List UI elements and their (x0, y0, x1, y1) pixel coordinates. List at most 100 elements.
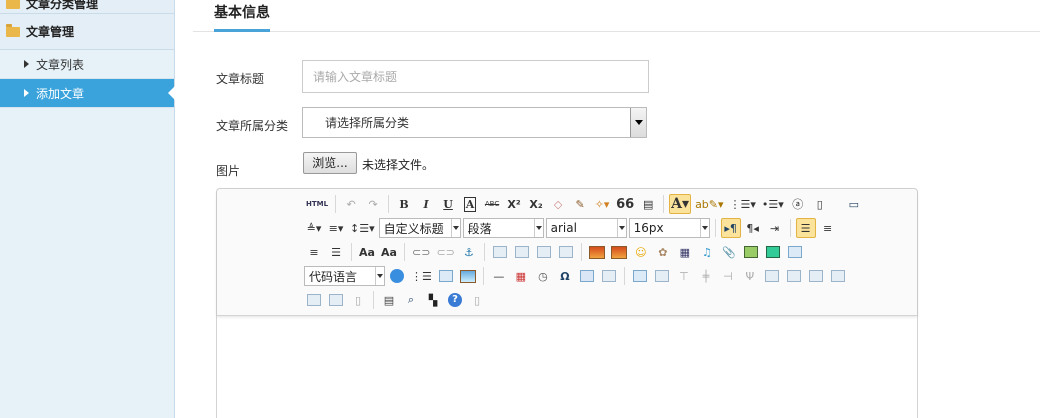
title-input[interactable] (302, 60, 649, 93)
sidebar-group-category-management[interactable]: 文章分类管理 (0, 0, 174, 14)
superscript-button[interactable]: X² (504, 194, 524, 214)
search-icon[interactable]: ⌕ (401, 290, 421, 310)
insert-paragraph-before-table-icon[interactable]: ⊤ (674, 266, 694, 286)
code-language-select[interactable]: 代码语言 (304, 266, 385, 286)
delete-row-icon[interactable]: ⊣ (718, 266, 738, 286)
row-spacing-bottom-icon[interactable]: ≡▾ (326, 218, 346, 238)
paste-plain-icon[interactable]: ▤ (638, 194, 658, 214)
word-image-icon[interactable] (577, 266, 597, 286)
help-icon[interactable]: ? (445, 290, 465, 310)
emotion-icon[interactable]: ☺ (631, 242, 651, 262)
chevron-down-icon[interactable] (630, 108, 646, 137)
insert-row-icon[interactable]: ╪ (696, 266, 716, 286)
font-color-button[interactable]: A ▾ (669, 194, 692, 214)
insert-frame-icon[interactable] (785, 242, 805, 262)
split-to-rows-icon[interactable] (326, 290, 346, 310)
simple-upload-icon[interactable] (587, 242, 607, 262)
sidebar-group-article-management[interactable]: 文章管理 (0, 14, 174, 50)
category-select[interactable]: 请选择所属分类 (302, 107, 647, 138)
font-border-button[interactable]: A (460, 194, 480, 214)
auto-format-icon[interactable]: ✧▾ (592, 194, 612, 214)
chevron-down-icon (450, 219, 460, 237)
merge-down-icon[interactable] (828, 266, 848, 286)
page-break-icon[interactable]: ⋮☰ (409, 266, 434, 286)
html-source-button[interactable]: HTML (304, 194, 330, 214)
background-color-icon[interactable]: ab✎▾ (693, 194, 725, 214)
italic-button[interactable]: I (416, 194, 436, 214)
split-to-cells-icon[interactable] (304, 290, 324, 310)
redo-icon[interactable]: ↷ (363, 194, 383, 214)
merge-right-icon[interactable] (806, 266, 826, 286)
triangle-right-icon (24, 89, 29, 97)
sidebar-item-article-list[interactable]: 文章列表 (0, 50, 174, 79)
row-spacing-top-icon[interactable]: ≜▾ (304, 218, 324, 238)
align-justify-icon[interactable]: ☰ (326, 242, 346, 262)
tab-basic-info[interactable]: 基本信息 (214, 2, 270, 32)
horizontal-rule-icon[interactable]: — (489, 266, 509, 286)
find-replace-icon[interactable]: ▚ (423, 290, 443, 310)
clear-doc-icon[interactable]: ▯ (810, 194, 830, 214)
insert-table-icon[interactable] (630, 266, 650, 286)
indent-icon[interactable]: ⇥ (765, 218, 785, 238)
align-left-icon[interactable]: ☰ (795, 218, 816, 238)
anchor-icon[interactable]: ⚓ (459, 242, 479, 262)
preview-icon[interactable]: ▭ (844, 194, 864, 214)
chevron-down-icon (616, 219, 626, 237)
eraser-icon[interactable]: ◇ (548, 194, 568, 214)
special-char-icon[interactable]: Ω (555, 266, 575, 286)
toolbar-separator (404, 243, 405, 261)
time-icon[interactable]: ◷ (533, 266, 553, 286)
link-icon[interactable]: ⊂⊃ (410, 242, 432, 262)
image-center-icon[interactable] (556, 242, 576, 262)
underline-button[interactable]: U (438, 194, 458, 214)
image-left-icon[interactable] (512, 242, 532, 262)
blockquote-button[interactable]: 66 (614, 194, 636, 214)
attachment-icon[interactable]: 📎 (719, 242, 739, 262)
delete-col-icon[interactable] (762, 266, 782, 286)
to-uppercase-icon[interactable]: Aa (357, 242, 377, 262)
template-icon[interactable] (436, 266, 456, 286)
map-icon[interactable] (741, 242, 761, 262)
background-icon[interactable] (458, 266, 478, 286)
custom-title-select[interactable]: 自定义标题 (378, 218, 461, 238)
scrawl-icon[interactable]: ✿ (653, 242, 673, 262)
format-brush-icon[interactable]: ✎ (570, 194, 590, 214)
bold-button[interactable]: B (394, 194, 414, 214)
snapscreen-icon[interactable] (599, 266, 619, 286)
gmap-icon[interactable] (763, 242, 783, 262)
help-label: ? (448, 293, 462, 307)
browse-button[interactable]: 浏览... (303, 152, 357, 174)
undo-icon[interactable]: ↶ (341, 194, 361, 214)
to-lowercase-icon[interactable]: Aa (379, 242, 399, 262)
print-icon[interactable]: ▤ (379, 290, 399, 310)
line-height-icon[interactable]: ↕☰▾ (348, 218, 377, 238)
editor-content-area[interactable] (217, 316, 917, 418)
align-right-icon[interactable]: ≡ (304, 242, 324, 262)
insert-col-icon[interactable]: Ψ (740, 266, 760, 286)
date-icon[interactable]: ▦ (511, 266, 531, 286)
unlink-icon[interactable]: ⊂⊃ (434, 242, 456, 262)
ltr-direction-icon[interactable]: ▸¶ (720, 218, 741, 238)
strikethrough-button[interactable]: ABC (482, 194, 502, 214)
font-size-value: 16px (633, 221, 664, 235)
image-none-icon[interactable] (490, 242, 510, 262)
image-right-icon[interactable] (534, 242, 554, 262)
align-center-icon[interactable]: ≡ (818, 218, 838, 238)
rtl-direction-icon[interactable]: ¶◂ (743, 218, 763, 238)
unordered-list-icon[interactable]: •☰▾ (760, 194, 786, 214)
split-to-cols-icon[interactable]: ▯ (348, 290, 368, 310)
insert-video-icon[interactable]: ▦ (675, 242, 695, 262)
subscript-button[interactable]: X₂ (526, 194, 546, 214)
merge-cells-icon[interactable] (784, 266, 804, 286)
delete-table-icon[interactable] (652, 266, 672, 286)
drafts-icon[interactable]: ▯ (467, 290, 487, 310)
select-all-icon[interactable]: ⓐ (788, 194, 808, 214)
insert-image-icon[interactable] (609, 242, 629, 262)
sidebar-item-add-article[interactable]: 添加文章 (0, 79, 175, 108)
music-icon[interactable]: ♫ (697, 242, 717, 262)
insert-code-icon[interactable] (387, 266, 407, 286)
font-family-select[interactable]: arial (545, 218, 627, 238)
paragraph-select[interactable]: 段落 (462, 218, 544, 238)
ordered-list-icon[interactable]: ⋮☰▾ (728, 194, 758, 214)
font-size-select[interactable]: 16px (628, 218, 710, 238)
